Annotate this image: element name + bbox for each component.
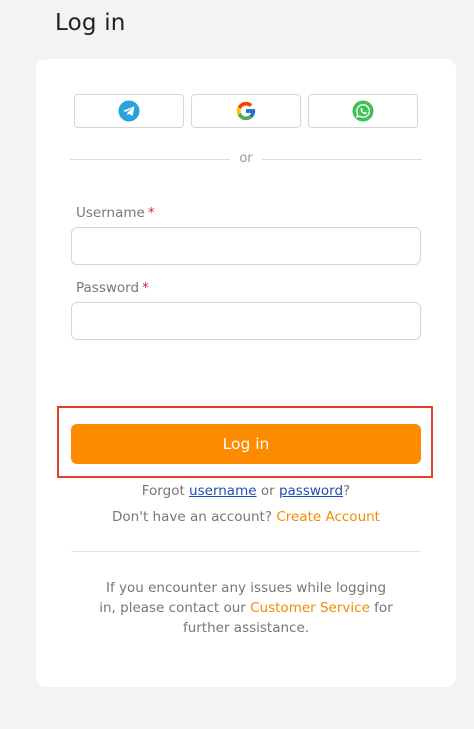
google-icon [236,101,256,121]
password-input[interactable] [71,302,421,340]
password-label-text: Password [76,280,140,296]
social-login-row [74,94,418,128]
forgot-password-link[interactable]: password [279,483,343,499]
forgot-suffix: ? [343,483,351,499]
username-input[interactable] [71,227,421,265]
divider-text: or [239,151,253,166]
telegram-icon [118,100,140,122]
forgot-middle: or [256,483,279,499]
telegram-login-button[interactable] [74,94,184,128]
whatsapp-icon [352,100,374,122]
login-button[interactable]: Log in [71,424,421,464]
username-label: Username * [76,205,155,221]
page-title: Log in [55,10,126,36]
forgot-prefix: Forgot [141,483,190,499]
section-divider [71,551,421,552]
password-label: Password * [76,280,149,296]
required-mark: * [147,205,155,221]
login-card: or Username * Password * Log in Forgot use… [36,59,456,687]
signup-prefix: Don't have an account? [112,509,277,525]
forgot-username-link[interactable]: username [189,483,257,499]
create-account-link[interactable]: Create Account [276,509,380,525]
help-text: If you encounter any issues while loggin… [96,578,396,638]
google-login-button[interactable] [191,94,301,128]
required-mark: * [142,280,149,296]
divider-line-left [70,159,230,160]
divider-line-right [262,159,422,160]
forgot-credentials-line: Forgot username or password? [36,483,456,499]
customer-service-link[interactable]: Customer Service [250,600,370,616]
or-divider: or [70,151,422,167]
signup-line: Don't have an account? Create Account [36,509,456,525]
username-label-text: Username [76,205,145,221]
whatsapp-login-button[interactable] [308,94,418,128]
